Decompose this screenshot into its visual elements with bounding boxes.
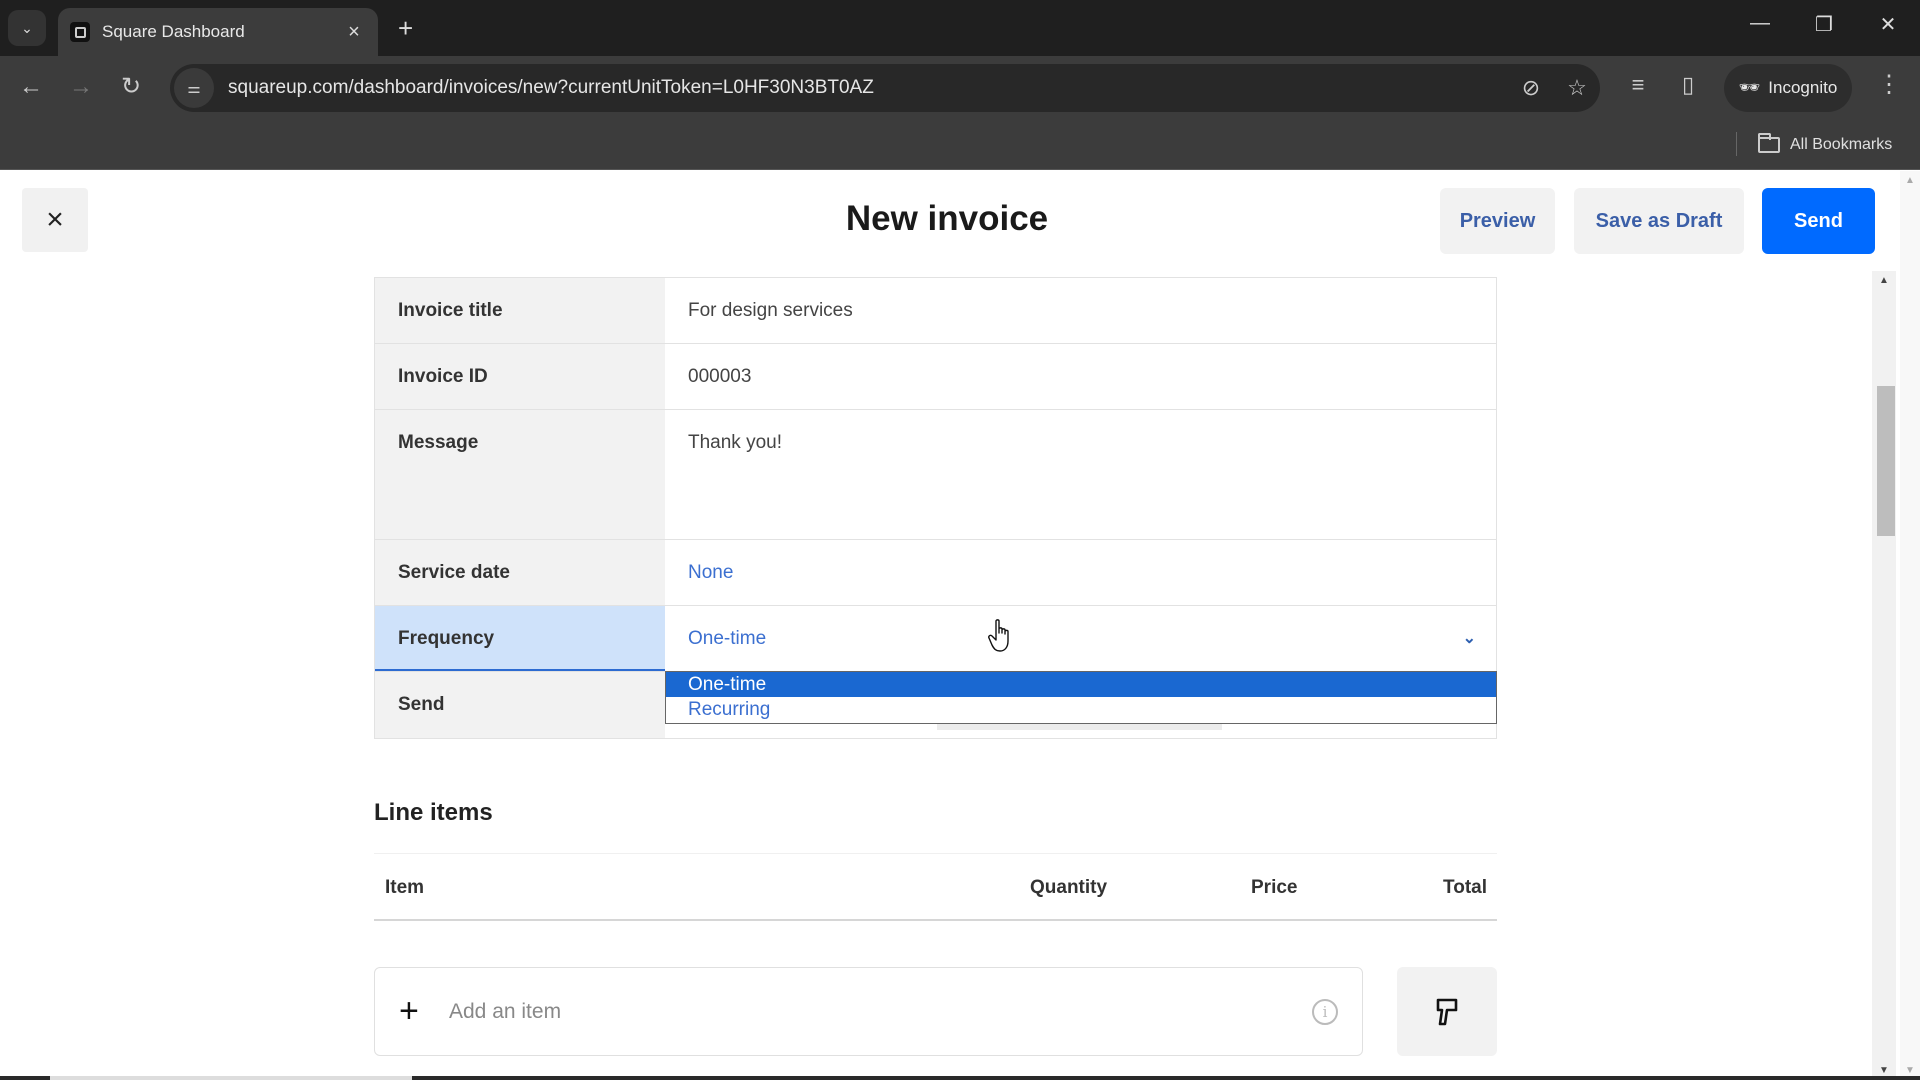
scroll-up-icon[interactable]: ▲ — [1878, 275, 1890, 286]
send-row-scrollbar[interactable] — [937, 724, 1222, 730]
bookmarks-separator — [1736, 132, 1737, 156]
page-scroll-up-icon[interactable]: ▲ — [1904, 175, 1916, 186]
arrow-right-icon: → — [69, 73, 93, 100]
arrow-left-icon: ← — [19, 73, 43, 100]
frequency-dropdown-list: One-time Recurring — [665, 671, 1497, 724]
bottom-edge — [0, 1076, 1920, 1080]
all-bookmarks-label: All Bookmarks — [1790, 136, 1893, 153]
chevron-down-icon[interactable]: ⌄ — [1463, 628, 1476, 648]
address-bar[interactable]: ⚌ squareup.com/dashboard/invoices/new?cu… — [170, 64, 1600, 112]
all-bookmarks-button[interactable]: All Bookmarks — [1758, 130, 1892, 160]
frequency-selected-value: One-time — [688, 628, 767, 649]
line-items-table-header: Item Quantity Price Total — [374, 855, 1497, 921]
barcode-scanner-button[interactable] — [1397, 967, 1497, 1056]
bookmarks-bar: All Bookmarks — [0, 120, 1920, 170]
incognito-label: Incognito — [1768, 78, 1838, 97]
add-item-field: + i — [374, 967, 1363, 1056]
service-date-label: Service date — [375, 540, 665, 605]
invoice-details-form: Invoice title For design services Invoic… — [374, 277, 1497, 739]
column-header-item: Item — [385, 877, 425, 898]
back-button[interactable]: ← — [14, 72, 48, 102]
invoice-title-input[interactable]: For design services — [665, 278, 1496, 343]
form-row-frequency: Frequency One-time ⌄ — [375, 606, 1496, 672]
tab-list-button[interactable]: ⌄ — [8, 10, 46, 46]
info-icon[interactable]: i — [1312, 998, 1338, 1025]
frequency-option-recurring[interactable]: Recurring — [666, 697, 1496, 722]
restore-icon[interactable]: ❐ — [1804, 12, 1844, 37]
tab-close-icon[interactable]: × — [342, 21, 366, 44]
url-text[interactable]: squareup.com/dashboard/invoices/new?curr… — [228, 77, 1508, 99]
scroll-down-icon[interactable]: ▼ — [1878, 1065, 1890, 1076]
reload-icon: ↻ — [120, 73, 142, 100]
preview-button[interactable]: Preview — [1440, 188, 1555, 254]
eye-off-icon[interactable]: ⊘ — [1508, 75, 1554, 101]
square-logo-icon — [70, 22, 90, 42]
site-info-button[interactable]: ⚌ — [174, 68, 214, 108]
folder-icon — [1758, 133, 1780, 153]
reload-button[interactable]: ↻ — [114, 72, 148, 102]
page-scroll-down-icon[interactable]: ▼ — [1904, 1065, 1916, 1076]
column-header-total: Total — [1443, 877, 1487, 898]
tab-title: Square Dashboard — [102, 22, 245, 41]
incognito-icon: 🕶 — [1738, 78, 1761, 97]
invoice-title-label: Invoice title — [375, 278, 665, 343]
side-panel-icon[interactable]: ▯ — [1670, 72, 1706, 98]
send-label: Send — [375, 672, 665, 738]
line-items-divider — [374, 853, 1497, 854]
save-as-draft-button[interactable]: Save as Draft — [1574, 188, 1744, 254]
minimize-icon[interactable]: — — [1740, 12, 1780, 35]
barcode-scanner-icon — [1436, 998, 1458, 1025]
tune-icon: ⚌ — [187, 80, 201, 97]
form-row-invoice-title: Invoice title For design services — [375, 278, 1496, 344]
send-button[interactable]: Send — [1762, 188, 1875, 254]
scrollbar-thumb[interactable] — [1877, 386, 1895, 536]
message-label: Message — [375, 410, 665, 539]
frequency-label: Frequency — [375, 606, 665, 671]
browser-tab-strip: ⌄ Square Dashboard × + — ❐ ✕ — [0, 0, 1920, 56]
form-row-invoice-id: Invoice ID 000003 — [375, 344, 1496, 410]
hand-cursor-icon — [988, 619, 1009, 652]
media-queue-icon[interactable]: ≡ — [1620, 72, 1656, 98]
invoice-id-label: Invoice ID — [375, 344, 665, 409]
kebab-menu-icon[interactable]: ⋮ — [1874, 70, 1904, 99]
frequency-select[interactable]: One-time ⌄ — [665, 606, 1496, 671]
form-scrollbar[interactable]: ▲ ▼ — [1872, 271, 1896, 1080]
message-textarea[interactable]: Thank you! — [665, 410, 1496, 539]
chevron-down-icon: ⌄ — [21, 19, 33, 36]
plus-icon[interactable]: + — [399, 992, 429, 1031]
invoice-id-input[interactable]: 000003 — [665, 344, 1496, 409]
column-header-price: Price — [1251, 877, 1298, 898]
frequency-option-one-time[interactable]: One-time — [666, 672, 1496, 697]
line-items-heading: Line items — [374, 799, 493, 826]
new-tab-button[interactable]: + — [398, 14, 413, 42]
browser-toolbar: ← → ↻ ⚌ squareup.com/dashboard/invoices/… — [0, 56, 1920, 120]
invoice-page: × New invoice Preview Save as Draft Send… — [0, 171, 1920, 1080]
column-header-quantity: Quantity — [1030, 877, 1108, 898]
browser-tab[interactable]: Square Dashboard × — [58, 8, 378, 56]
add-item-input[interactable] — [449, 999, 1312, 1024]
form-row-service-date: Service date None — [375, 540, 1496, 606]
window-close-icon[interactable]: ✕ — [1868, 12, 1908, 37]
service-date-link[interactable]: None — [665, 540, 1496, 605]
form-row-message: Message Thank you! — [375, 410, 1496, 540]
forward-button[interactable]: → — [64, 72, 98, 102]
star-icon[interactable]: ☆ — [1554, 75, 1600, 101]
incognito-indicator[interactable]: 🕶 Incognito — [1724, 64, 1852, 112]
page-scrollbar[interactable]: ▲ ▼ — [1900, 171, 1920, 1080]
